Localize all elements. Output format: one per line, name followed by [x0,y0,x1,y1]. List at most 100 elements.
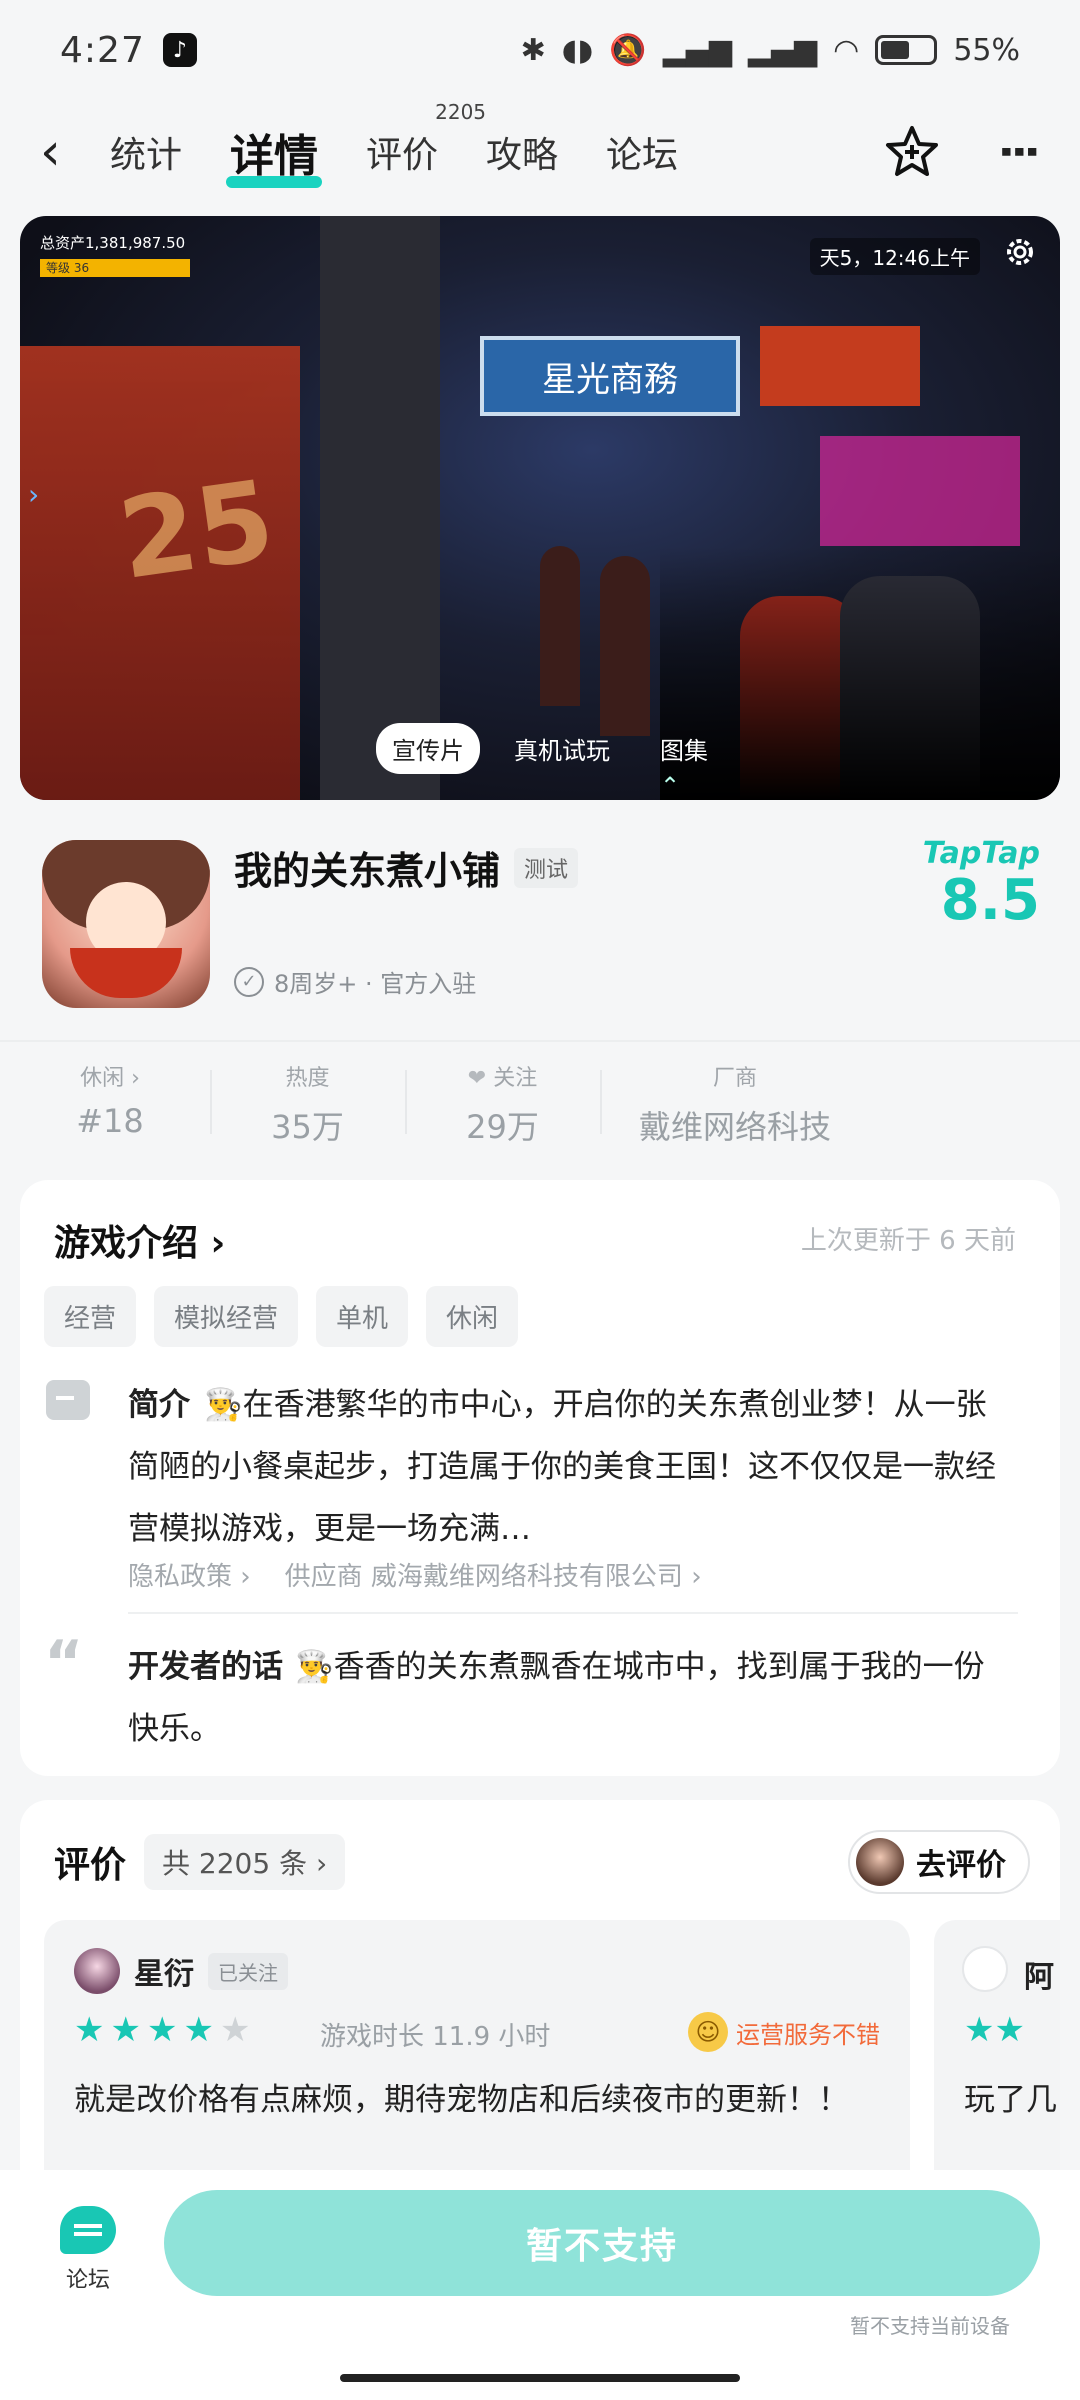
supplier-link[interactable]: 供应商 威海戴维网络科技有限公司 › [285,1556,702,1593]
tab-bar: 统计 详情 评价 2205 攻略 论坛 [110,100,678,188]
star-rating: ★★ [964,2010,1025,2050]
verified-check-icon: ✓ [234,966,264,997]
review-username[interactable]: 星衍 [134,1949,194,1993]
developer-note: 开发者的话 👨‍🍳香香的关东煮飘香在城市中，找到属于我的一份快乐。 [128,1636,1008,1760]
hud-level: 等级 36 [40,259,190,277]
star-filled-icon: ★ [74,2010,105,2050]
tab-reviews-label: 评价 [366,135,439,176]
stat-category[interactable]: 休闲 › #18 [40,1060,210,1148]
app-icon [42,840,210,1008]
review-text: 玩了几 奇就是 [964,2082,1060,2118]
more-options-icon[interactable]: ⋮ [993,130,1044,174]
wifi-icon: ◠ [833,32,860,68]
chevron-right-icon: › [28,478,40,511]
battery-percent: 55% [953,32,1020,68]
signal-2-icon: ▂▄▆ [747,32,818,68]
chevron-up-icon: ⌃ [660,772,681,800]
quote-icon: “ [44,1628,84,1698]
review-text: 就是改价格有点麻烦，期待宠物店和后续夜市的更新！！ [74,2082,849,2118]
reviews-section: 评价 共 2205 条 › 去评价 星衍 已关注 ★ ★ ★ ★ ★ 游戏时长 11.9… [20,1800,1060,2230]
document-icon [46,1380,90,1420]
stat-value: 29万 [466,1108,539,1146]
media-tab-gallery[interactable]: 图集 [644,723,724,774]
mute-icon: 🔕 [609,32,647,68]
summary-text: 👨‍🍳在香港繁华的市中心，开启你的关东煮创业梦！从一张简陋的小餐桌起步，打造属于… [128,1387,996,1547]
app-title-row: 我的关东煮小铺 测试 [234,840,579,895]
stat-label: ❤ 关注 [467,1066,538,1091]
bluetooth-icon: ✱ [520,32,546,68]
stats-row: 休闲 › #18 热度 35万 ❤ 关注 29万 厂商 戴维网络科技 [40,1060,870,1148]
stat-value: #18 [76,1102,144,1140]
smile-icon: ☺ [688,2012,728,2052]
pedestrian [600,556,650,736]
media-tab-gameplay[interactable]: 真机试玩 [498,723,626,774]
followed-badge: 已关注 [208,1952,288,1990]
bottom-bar: 论坛 暂不支持 暂不支持当前设备 [0,2170,1080,2400]
game-intro-card: 游戏介绍 › 上次更新于 6 天前 经营 模拟经营 单机 休闲 简介 👨‍🍳在香港… [20,1180,1060,1776]
signal-icon: ▂▄▆ [662,32,732,68]
pedestrian [540,546,580,706]
reviews-title: 评价 [54,1845,127,1886]
star-rating: ★ ★ ★ ★ ★ [74,2010,250,2050]
back-icon[interactable]: ‹ [40,122,100,182]
intro-heading[interactable]: 游戏介绍 › [54,1214,225,1266]
forum-button[interactable]: 论坛 [60,2206,116,2294]
tab-details[interactable]: 详情 [226,120,323,188]
stat-follow[interactable]: ❤ 关注 29万 [405,1060,600,1148]
media-player[interactable]: 25 星光商務 总资产1,381,987.50 等级 36 天5，12:46上午… [20,216,1060,800]
star-empty-icon: ★ [219,2010,251,2050]
media-tabs: 宣传片 真机试玩 图集 [376,723,724,774]
avatar [856,1838,904,1886]
stat-heat: 热度 35万 [210,1060,405,1148]
tag-chip[interactable]: 经营 [44,1286,137,1347]
top-nav: ‹ 统计 详情 评价 2205 攻略 论坛 ⋮ [0,100,1080,194]
heart-plus-icon: ❤ [467,1066,494,1091]
review-user: 星衍 已关注 [74,1948,288,1994]
divider [128,1612,1018,1614]
tab-guides[interactable]: 攻略 [486,126,558,178]
app-subtitle-row: ✓ 8周岁+ · 官方入驻 [234,964,476,999]
intro-summary[interactable]: 简介 👨‍🍳在香港繁华的市中心，开启你的关东煮创业梦！从一张简陋的小餐桌起步，打造… [128,1374,1008,1560]
test-badge: 测试 [514,847,579,888]
stat-value: 35万 [271,1108,344,1146]
status-time: 4:27 [60,29,145,71]
summary-label: 简介 [128,1387,190,1423]
nav-actions: ⋮ [884,124,1044,180]
privacy-link[interactable]: 隐私政策 › [128,1556,251,1593]
tag-chip[interactable]: 单机 [316,1286,409,1347]
download-button[interactable]: 暂不支持 [164,2190,1040,2296]
tab-stats[interactable]: 统计 [110,126,182,178]
chat-bubble-icon [60,2206,116,2254]
rating-score: 8.5 [940,868,1040,933]
last-updated: 上次更新于 6 天前 [800,1226,1016,1256]
tag-chip[interactable]: 模拟经营 [154,1286,299,1347]
game-hud: 总资产1,381,987.50 等级 36 [40,232,190,277]
service-tag: ☺ 运营服务不错 [688,2012,880,2052]
review-username[interactable]: 阿 [1024,1952,1054,1996]
tag-chip[interactable]: 休闲 [426,1286,519,1347]
unsupported-note: 暂不支持当前设备 [850,2314,1010,2338]
status-bar: 4:27 ♪ ✱ ◖◗ 🔕 ▂▄▆ ▂▄▆ ◠ 55% [0,0,1080,100]
home-indicator[interactable] [340,2374,740,2382]
intro-links: 隐私政策 › 供应商 威海戴维网络科技有限公司 › [128,1556,702,1593]
neon-sign-pink [820,436,1020,546]
rating-block[interactable]: TapTap 8.5 [923,836,1040,929]
favorite-star-icon[interactable] [884,124,940,180]
earbuds-icon: ◖◗ [561,32,594,68]
tab-forum[interactable]: 论坛 [606,126,678,178]
write-review-button[interactable]: 去评价 [848,1830,1030,1894]
dev-label: 开发者的话 [128,1649,283,1685]
app-title: 我的关东煮小铺 [234,849,501,893]
avatar[interactable] [74,1948,120,1994]
tab-reviews-badge: 2205 [435,100,487,124]
stat-developer[interactable]: 厂商 戴维网络科技 [600,1060,870,1148]
scene-tower [320,216,440,800]
reviews-header: 评价 共 2205 条 › [54,1834,346,1890]
tab-reviews[interactable]: 评价 2205 [366,100,486,178]
reviews-count[interactable]: 共 2205 条 › [144,1834,346,1890]
media-tab-trailer[interactable]: 宣传片 [376,723,480,774]
hud-clock: 天5，12:46上午 [809,238,980,275]
star-filled-icon: ★ [183,2010,214,2050]
avatar[interactable] [962,1946,1008,1992]
star-filled-icon: ★ [994,2010,1025,2050]
